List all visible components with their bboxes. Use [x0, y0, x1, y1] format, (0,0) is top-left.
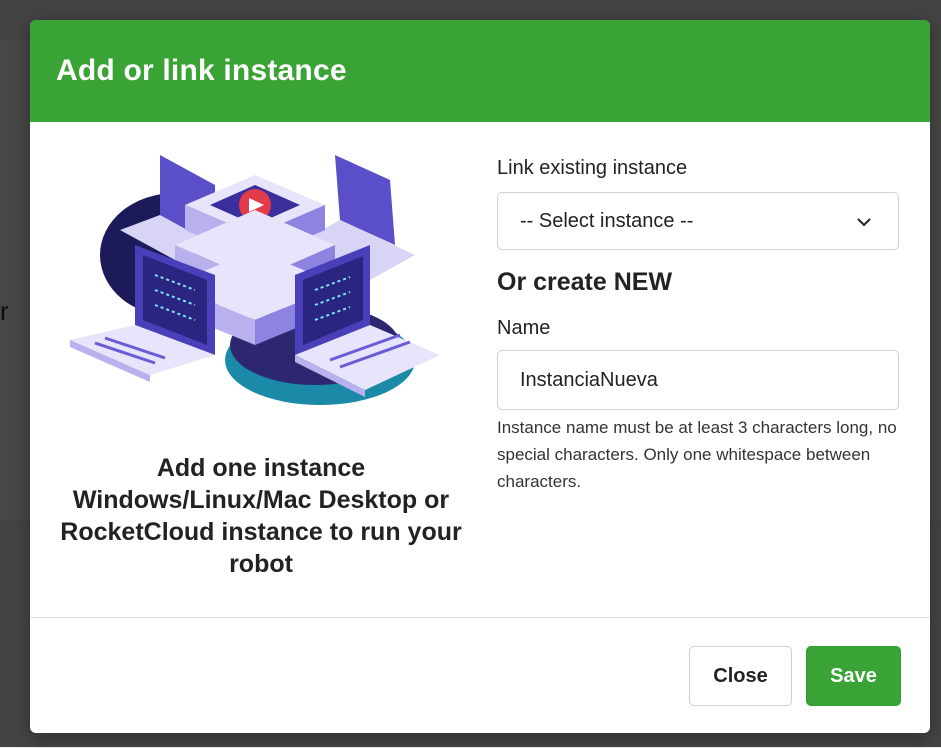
- instance-select[interactable]: -- Select instance --: [497, 192, 899, 250]
- name-label: Name: [497, 317, 551, 339]
- save-button[interactable]: Save: [806, 646, 901, 706]
- add-instance-modal: Add or link instance Add one instance Wi…: [30, 20, 930, 733]
- link-existing-label: Link existing instance: [497, 157, 688, 179]
- modal-title: Add or link instance: [56, 54, 347, 87]
- instance-name-input[interactable]: [497, 350, 899, 410]
- name-validation-hint: Instance name must be at least 3 charact…: [497, 418, 897, 491]
- chevron-down-icon: [857, 218, 871, 227]
- modal-body: Add one instance Windows/Linux/Mac Deskt…: [30, 122, 930, 617]
- modal-footer: Close Save: [30, 617, 930, 733]
- instance-select-value: -- Select instance --: [520, 209, 694, 232]
- modal-header: Add or link instance: [30, 20, 930, 122]
- illustration-panel: Add one instance Windows/Linux/Mac Deskt…: [30, 122, 492, 617]
- close-button[interactable]: Close: [689, 646, 792, 706]
- instance-description: Add one instance Windows/Linux/Mac Deskt…: [60, 454, 462, 578]
- server-network-illustration: [70, 155, 440, 405]
- create-new-heading: Or create NEW: [497, 268, 673, 296]
